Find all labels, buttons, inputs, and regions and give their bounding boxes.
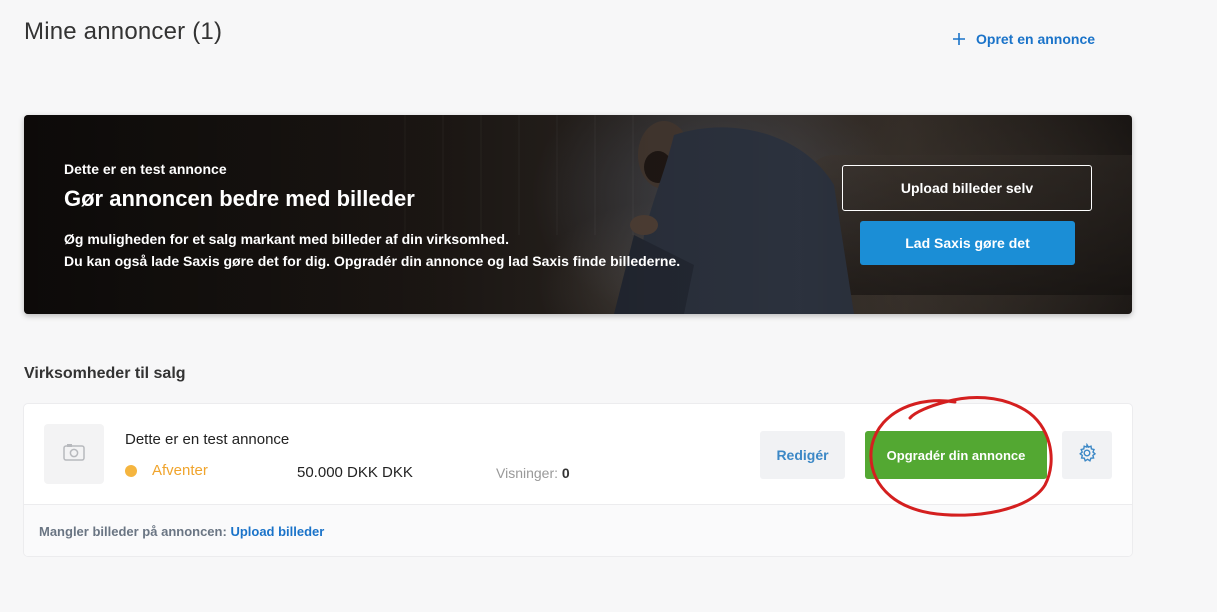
plus-icon (952, 32, 966, 46)
section-title: Virksomheder til salg (24, 365, 186, 382)
gear-icon (1077, 442, 1097, 468)
missing-images-notice: Mangler billeder på annoncen: Upload bil… (39, 524, 324, 539)
views-label: Visninger: (496, 465, 559, 481)
missing-images-text: Mangler billeder på annoncen: (39, 524, 227, 539)
promo-banner: Dette er en test annonce Gør annoncen be… (24, 115, 1132, 314)
image-placeholder-icon (63, 443, 85, 466)
banner-heading: Gør annoncen bedre med billeder (64, 186, 415, 211)
page-title: Mine annoncer (1) (24, 18, 223, 45)
banner-text-line-2: Du kan også lade Saxis gøre det for dig.… (64, 253, 681, 269)
upload-images-self-button[interactable]: Upload billeder selv (842, 165, 1092, 211)
listing-footer: Mangler billeder på annoncen: Upload bil… (24, 504, 1132, 556)
upgrade-listing-button[interactable]: Opgradér din annonce (865, 431, 1047, 479)
edit-button[interactable]: Redigér (760, 431, 845, 479)
settings-button[interactable] (1062, 431, 1112, 479)
banner-text-line-1: Øg muligheden for et salg markant med bi… (64, 231, 509, 247)
status-indicator-dot (125, 465, 137, 477)
listing-title[interactable]: Dette er en test annonce (125, 431, 289, 448)
banner-eyebrow: Dette er en test annonce (64, 161, 227, 177)
upload-images-link[interactable]: Upload billeder (230, 524, 324, 539)
listing-card: Dette er en test annonce Afventer 50.000… (24, 404, 1132, 556)
views-count: Visninger: 0 (496, 465, 570, 481)
create-listing-link[interactable]: Opret en annonce (952, 31, 1095, 47)
listing-price: 50.000 DKK DKK (297, 464, 413, 481)
create-listing-label: Opret en annonce (976, 31, 1096, 47)
status-badge: Afventer (152, 462, 208, 479)
views-value: 0 (561, 465, 570, 481)
let-saxis-do-it-button[interactable]: Lad Saxis gøre det (860, 221, 1075, 265)
listing-thumbnail (44, 424, 104, 484)
